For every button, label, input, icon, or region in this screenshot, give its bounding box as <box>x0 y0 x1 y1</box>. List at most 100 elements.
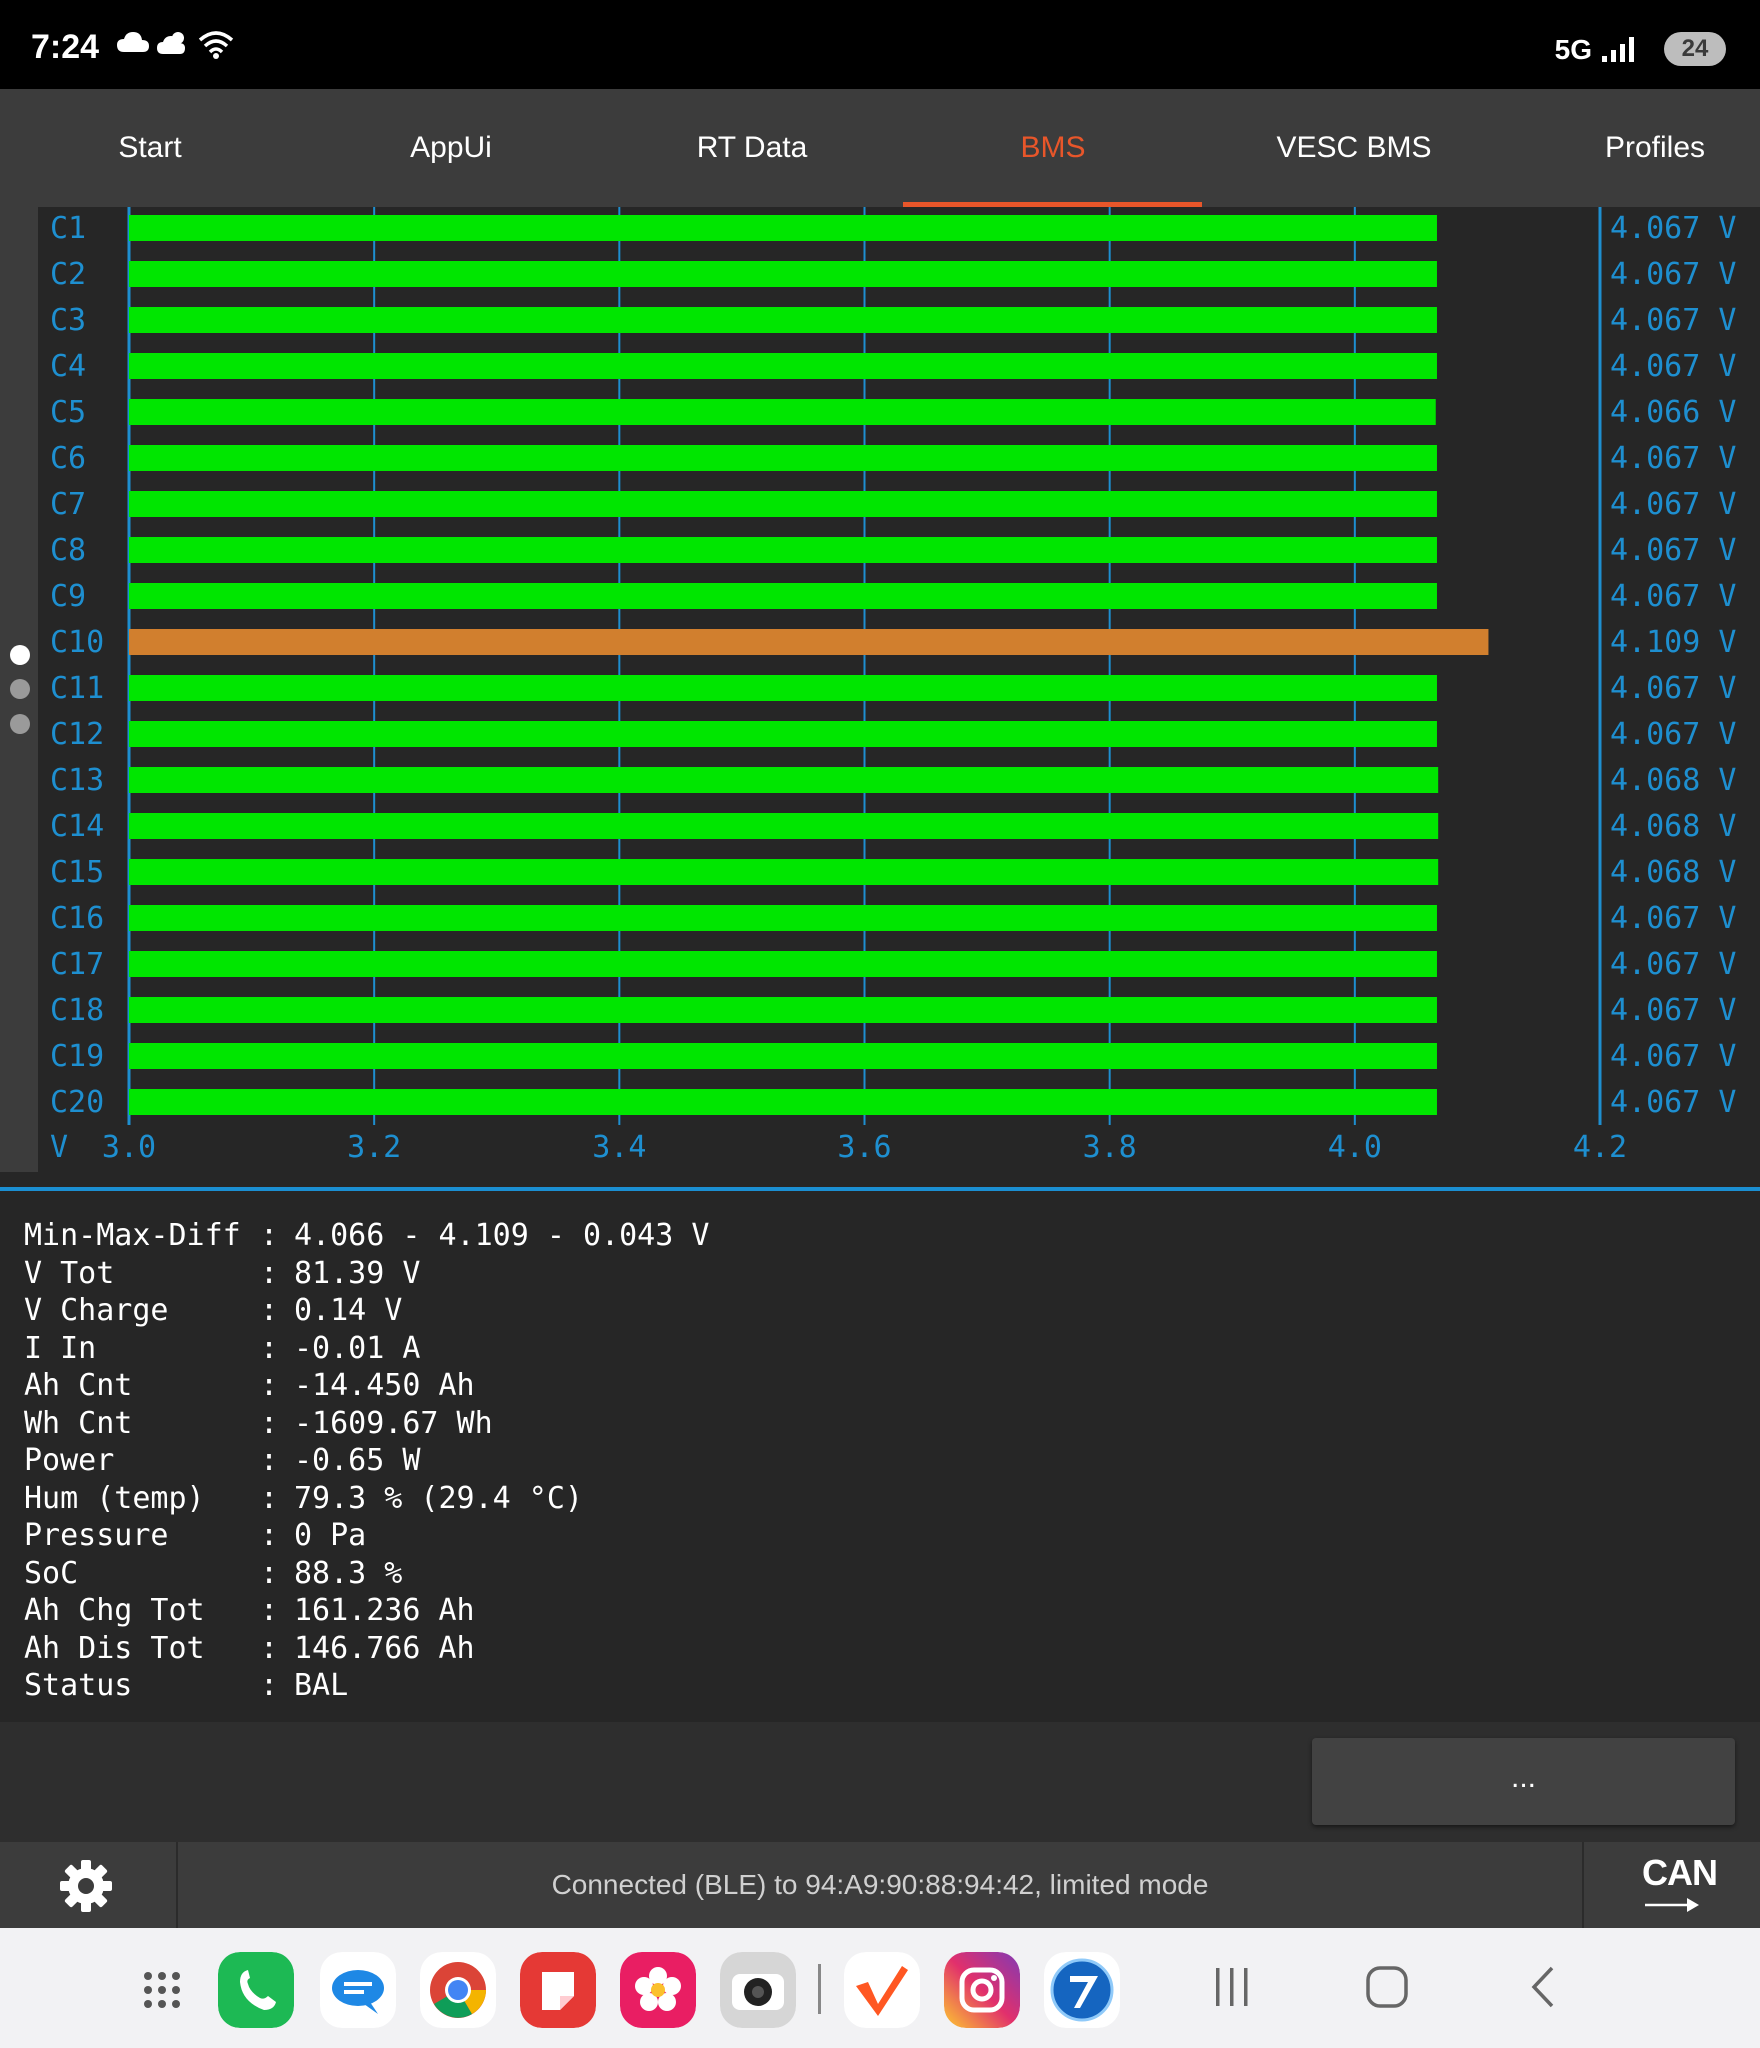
notes-app-icon[interactable] <box>520 1952 596 2028</box>
cell-label: C3 <box>50 303 86 338</box>
cell-bar-c11 <box>129 675 1437 701</box>
cell-voltage-value: 4.068 V <box>1610 809 1736 844</box>
info-label: Status <box>24 1668 133 1703</box>
tab-appui[interactable]: AppUi <box>301 89 601 207</box>
info-separator: : <box>260 1555 279 1591</box>
info-row: Ah Cnt: -14.450 Ah <box>24 1367 1724 1405</box>
info-separator: : <box>260 1293 279 1328</box>
home-icon[interactable] <box>1364 1960 1410 2014</box>
info-row: Pressure:0 Pa <box>24 1517 1724 1555</box>
info-label: Ah Chg Tot <box>24 1593 205 1628</box>
instagram-app-icon[interactable] <box>944 1952 1020 2028</box>
gallery-app-icon[interactable] <box>620 1952 696 2028</box>
x-tick-label: 4.2 <box>1573 1130 1627 1165</box>
cell-voltage-value: 4.067 V <box>1610 901 1736 936</box>
more-button[interactable]: ... <box>1312 1738 1735 1825</box>
x-tick-label: 3.2 <box>347 1130 401 1165</box>
info-value: -14.450 Ah <box>294 1368 475 1403</box>
cell-voltage-value: 4.067 V <box>1610 303 1736 338</box>
cell-label: C9 <box>50 579 86 614</box>
cell-label: C11 <box>50 671 104 706</box>
tab-bms[interactable]: BMS <box>903 89 1203 207</box>
browser-app-icon[interactable] <box>1044 1952 1120 2028</box>
cell-label: C14 <box>50 809 104 844</box>
network-type: 5G <box>1554 34 1592 65</box>
cell-voltage-value: 4.068 V <box>1610 855 1736 890</box>
cell-label: C5 <box>50 395 86 430</box>
info-row: Min-Max-Diff:4.066 - 4.109 - 0.043 V <box>24 1217 1724 1255</box>
cell-label: C18 <box>50 993 104 1028</box>
vesc-app-icon[interactable] <box>844 1952 920 2028</box>
info-separator: : <box>260 1330 279 1366</box>
info-row: Ah Chg Tot:161.236 Ah <box>24 1592 1724 1630</box>
info-value: 161.236 Ah <box>294 1593 475 1628</box>
cell-label: C4 <box>50 349 86 384</box>
cell-label: C20 <box>50 1085 104 1120</box>
app-drawer-icon[interactable] <box>124 1952 200 2028</box>
x-tick-label: 3.6 <box>837 1130 891 1165</box>
info-label: V Tot <box>24 1255 115 1291</box>
cell-bar-c4 <box>129 353 1437 379</box>
cell-voltage-value: 4.067 V <box>1610 257 1736 292</box>
info-row: V Tot:81.39 V <box>24 1255 1724 1293</box>
can-button[interactable]: CAN <box>1642 1852 1718 1894</box>
x-axis-unit-label: V <box>50 1130 68 1165</box>
cell-bar-c12 <box>129 721 1437 747</box>
recent-apps-icon[interactable] <box>1210 1960 1254 2014</box>
tab-vesc-bms[interactable]: VESC BMS <box>1204 89 1504 207</box>
info-value: -1609.67 Wh <box>294 1405 493 1441</box>
cell-label: C8 <box>50 533 86 568</box>
cell-voltage-value: 4.067 V <box>1610 1039 1736 1074</box>
info-value: 146.766 Ah <box>294 1630 475 1666</box>
cell-voltage-value: 4.067 V <box>1610 349 1736 384</box>
cell-label: C6 <box>50 441 86 476</box>
info-separator: : <box>260 1405 279 1441</box>
gear-icon[interactable] <box>58 1858 114 1914</box>
cell-voltage-value: 4.068 V <box>1610 763 1736 798</box>
cell-label: C7 <box>50 487 86 522</box>
chart-divider <box>0 1187 1760 1191</box>
cell-label: C1 <box>50 211 86 246</box>
cell-bar-c2 <box>129 261 1437 287</box>
chrome-app-icon[interactable] <box>420 1952 496 2028</box>
cell-label: C16 <box>50 901 104 936</box>
cell-bar-c14 <box>129 813 1439 839</box>
cell-voltage-value: 4.066 V <box>1610 395 1736 430</box>
info-label: SoC <box>24 1555 79 1591</box>
camera-app-icon[interactable] <box>720 1952 796 2028</box>
tab-profiles[interactable]: Profiles <box>1505 89 1760 207</box>
cell-voltage-value: 4.067 V <box>1610 211 1736 246</box>
info-separator: : <box>260 1593 279 1628</box>
cell-voltage-value: 4.067 V <box>1610 947 1736 982</box>
signal-icon <box>1602 37 1634 62</box>
info-row: V Charge:0.14 V <box>24 1292 1724 1330</box>
cell-label: C19 <box>50 1039 104 1074</box>
battery-indicator: 24 <box>1664 32 1726 66</box>
info-row: I In: -0.01 A <box>24 1330 1724 1368</box>
cell-bar-c8 <box>129 537 1437 563</box>
info-row: Wh Cnt: -1609.67 Wh <box>24 1405 1724 1443</box>
tab-start[interactable]: Start <box>0 89 300 207</box>
can-arrow-icon <box>1645 1898 1699 1912</box>
back-icon[interactable] <box>1524 1960 1560 2014</box>
info-separator: : <box>260 1255 279 1291</box>
info-value: 4.066 - 4.109 - 0.043 V <box>294 1218 710 1253</box>
cell-bar-c10 <box>129 629 1489 655</box>
clock: 7:24 <box>31 28 100 66</box>
tab-rt-data[interactable]: RT Data <box>602 89 902 207</box>
cell-label: C13 <box>50 763 104 798</box>
cell-voltage-value: 4.067 V <box>1610 579 1736 614</box>
cell-bar-c19 <box>129 1043 1437 1069</box>
partly-cloudy-icon <box>157 32 185 54</box>
x-tick-label: 4.0 <box>1328 1130 1382 1165</box>
info-value: BAL <box>294 1668 349 1703</box>
messages-app-icon[interactable] <box>320 1952 396 2028</box>
cloud-icon <box>117 32 149 52</box>
wifi-icon <box>198 31 234 59</box>
phone-app-icon[interactable] <box>218 1952 294 2028</box>
info-separator: : <box>260 1668 279 1703</box>
cell-bar-c7 <box>129 491 1437 517</box>
info-row: Ah Dis Tot:146.766 Ah <box>24 1630 1724 1668</box>
info-row: Power: -0.65 W <box>24 1442 1724 1480</box>
connection-bar-divider <box>1582 1842 1584 1928</box>
